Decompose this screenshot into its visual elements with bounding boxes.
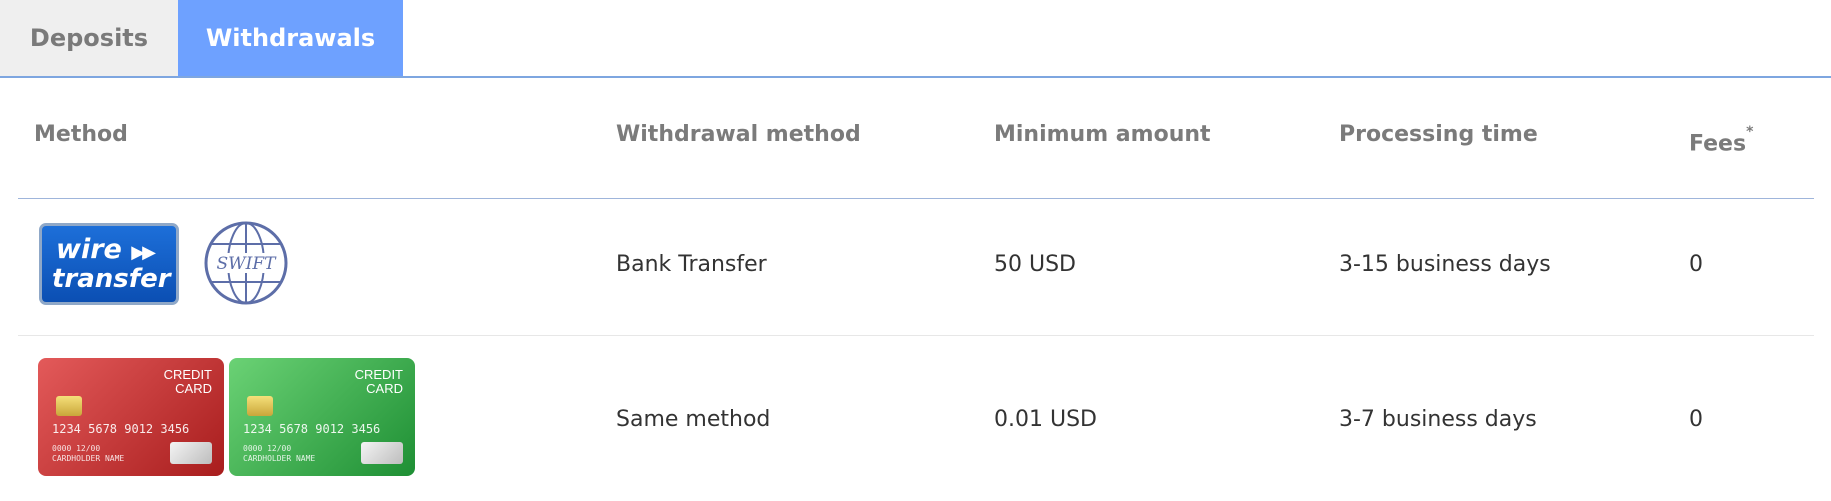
row-divider [18, 335, 1814, 336]
header-withdrawal-method: Withdrawal method [616, 122, 861, 147]
card-label-credit: CREDIT [163, 367, 212, 382]
row-bank-minimum-amount: 50 USD [994, 252, 1076, 277]
card-chip-icon [247, 396, 273, 416]
row-bank-withdrawal-method: Bank Transfer [616, 252, 767, 277]
row-card-processing-time: 3-7 business days [1339, 407, 1537, 432]
card-label-card: CARD [175, 381, 212, 396]
row-bank-fees: 0 [1689, 252, 1703, 277]
credit-card-green-logo: CREDIT CARD 1234 5678 9012 3456 0000 12/0… [229, 358, 415, 476]
header-minimum-amount: Minimum amount [994, 122, 1211, 147]
row-card-fees: 0 [1689, 407, 1703, 432]
card-holder: CARDHOLDER NAME [243, 454, 316, 463]
header-divider [18, 198, 1814, 199]
swift-logo: SWIFT [204, 221, 288, 305]
header-method: Method [34, 122, 128, 147]
credit-card-red-logo: CREDIT CARD 1234 5678 9012 3456 0000 12/0… [38, 358, 224, 476]
card-number: 1234 5678 9012 3456 [52, 422, 190, 436]
swift-logo-text: SWIFT [217, 254, 278, 274]
card-expiry: 0000 12/00 [243, 444, 292, 453]
card-label-credit: CREDIT [354, 367, 403, 382]
wire-arrows-icon: ▶▶ [131, 242, 156, 263]
wire-logo-word: wire [56, 234, 122, 265]
header-fees-label: Fees [1689, 131, 1747, 157]
card-chip-icon [56, 396, 82, 416]
card-holder: CARDHOLDER NAME [52, 454, 125, 463]
card-hologram-icon [361, 442, 403, 464]
row-card-withdrawal-method: Same method [616, 407, 771, 432]
fees-footnote-mark: * [1746, 124, 1754, 140]
tab-deposits[interactable]: Deposits [0, 0, 178, 76]
wire-logo-transfer-word: transfer [52, 264, 171, 294]
card-expiry: 0000 12/00 [52, 444, 101, 453]
tab-withdrawals[interactable]: Withdrawals [178, 0, 403, 76]
header-fees: Fees* [1689, 124, 1753, 157]
card-number: 1234 5678 9012 3456 [243, 422, 381, 436]
wire-transfer-logo: wire ▶▶ transfer [39, 223, 179, 305]
row-bank-processing-time: 3-15 business days [1339, 252, 1551, 277]
header-processing-time: Processing time [1339, 122, 1538, 147]
card-label-card: CARD [366, 381, 403, 396]
card-hologram-icon [170, 442, 212, 464]
row-card-minimum-amount: 0.01 USD [994, 407, 1097, 432]
tab-bar: Deposits Withdrawals [0, 0, 1831, 78]
